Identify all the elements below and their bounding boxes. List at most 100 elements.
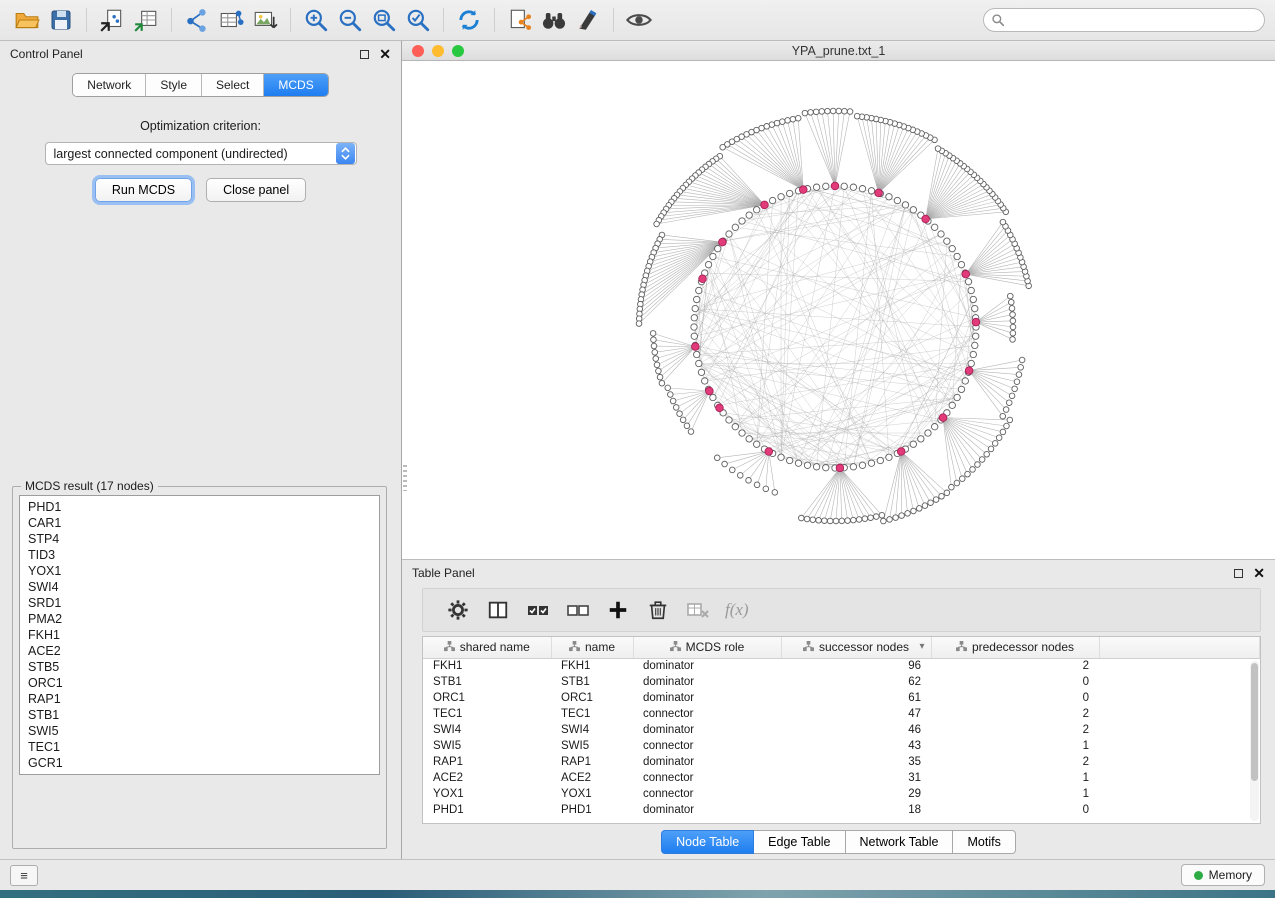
zoom-fit-icon[interactable]	[367, 4, 401, 36]
zoom-selected-icon[interactable]	[401, 4, 435, 36]
tab-edge-table[interactable]: Edge Table	[754, 830, 845, 854]
table-row[interactable]: ORC1 ORC1 dominator 61 0	[423, 690, 1260, 706]
tab-select[interactable]: Select	[202, 74, 264, 96]
memory-button[interactable]: Memory	[1181, 864, 1265, 886]
table-row[interactable]: ACE2 ACE2 connector 31 1	[423, 770, 1260, 786]
save-icon[interactable]	[44, 4, 78, 36]
tab-mcds[interactable]: MCDS	[264, 74, 327, 96]
status-bar: ≡ Memory	[0, 859, 1275, 890]
list-item[interactable]: YOX1	[28, 563, 371, 579]
close-panel-button[interactable]: Close panel	[206, 178, 306, 202]
list-item[interactable]: STP4	[28, 531, 371, 547]
close-panel-icon[interactable]: ✕	[379, 47, 391, 61]
column-header-successor-nodes[interactable]: successor nodes▾	[781, 637, 931, 658]
tab-node-table[interactable]: Node Table	[661, 830, 754, 854]
table-panel-title: Table Panel	[412, 566, 475, 580]
column-header-shared-name[interactable]: shared name	[423, 637, 551, 658]
table-row[interactable]: FKH1 FKH1 dominator 96 2	[423, 658, 1260, 674]
list-item[interactable]: PMA2	[28, 611, 371, 627]
chevron-down-icon[interactable]: ▾	[919, 641, 924, 652]
float-panel-icon[interactable]	[1234, 569, 1243, 578]
export-network-icon[interactable]	[180, 4, 214, 36]
criterion-dropdown[interactable]: largest connected component (undirected)	[45, 142, 357, 165]
table-panel: Table Panel ✕	[402, 559, 1275, 859]
list-item[interactable]: TEC1	[28, 739, 371, 755]
search-icon	[991, 13, 1005, 30]
splitter-grip[interactable]	[403, 465, 407, 491]
list-icon[interactable]: ≡	[10, 865, 38, 886]
list-item[interactable]: SRD1	[28, 595, 371, 611]
column-header-mcds-role[interactable]: MCDS role	[633, 637, 781, 658]
table-scrollbar[interactable]	[1250, 661, 1259, 821]
toolbar-separator	[290, 8, 291, 32]
table-row[interactable]: SWI4 SWI4 dominator 46 2	[423, 722, 1260, 738]
open-folder-icon[interactable]	[10, 4, 44, 36]
toolbar-separator	[171, 8, 172, 32]
table-row[interactable]: PHD1 PHD1 dominator 18 0	[423, 802, 1260, 818]
network-graph[interactable]	[402, 61, 1272, 559]
column-header-name[interactable]: name	[551, 637, 633, 658]
memory-label: Memory	[1209, 868, 1252, 882]
search-input[interactable]	[983, 8, 1265, 32]
table-tabs: Node Table Edge Table Network Table Moti…	[402, 824, 1275, 859]
select-all-icon[interactable]	[525, 597, 551, 623]
eye-icon[interactable]	[622, 4, 656, 36]
network-window-title: YPA_prune.txt_1	[402, 44, 1275, 58]
list-item[interactable]: ACE2	[28, 643, 371, 659]
zoom-in-icon[interactable]	[299, 4, 333, 36]
list-item[interactable]: GCR1	[28, 755, 371, 771]
refresh-icon[interactable]	[452, 4, 486, 36]
tab-style[interactable]: Style	[146, 74, 202, 96]
scrollbar-thumb[interactable]	[1251, 663, 1258, 781]
run-mcds-button[interactable]: Run MCDS	[95, 178, 192, 202]
close-panel-icon[interactable]: ✕	[1253, 566, 1265, 580]
tab-network-table[interactable]: Network Table	[846, 830, 954, 854]
table-row[interactable]: STB1 STB1 dominator 62 0	[423, 674, 1260, 690]
import-file-icon[interactable]	[95, 4, 129, 36]
node-table: shared name name MCDS role successor nod…	[422, 636, 1261, 824]
network-table-icon[interactable]	[214, 4, 248, 36]
list-item[interactable]: TID3	[28, 547, 371, 563]
export-image-icon[interactable]	[248, 4, 282, 36]
list-item[interactable]: PHD1	[28, 499, 371, 515]
network-canvas[interactable]	[402, 61, 1275, 559]
table-row[interactable]: YOX1 YOX1 connector 29 1	[423, 786, 1260, 802]
table-row[interactable]: TEC1 TEC1 connector 47 2	[423, 706, 1260, 722]
table-toolbar: f(x)	[422, 588, 1261, 632]
gear-icon[interactable]	[445, 597, 471, 623]
table-delete-icon	[685, 597, 711, 623]
desktop-background	[0, 890, 1275, 898]
network-window-titlebar[interactable]: YPA_prune.txt_1	[402, 41, 1275, 61]
toolbar-separator	[494, 8, 495, 32]
add-icon[interactable]	[605, 597, 631, 623]
column-header-filler	[1099, 637, 1260, 658]
list-item[interactable]: STB1	[28, 707, 371, 723]
toolbar-separator	[613, 8, 614, 32]
share-document-icon[interactable]	[503, 4, 537, 36]
deselect-all-icon[interactable]	[565, 597, 591, 623]
toolbar-separator	[443, 8, 444, 32]
list-item[interactable]: SWI4	[28, 579, 371, 595]
mcds-result-list[interactable]: PHD1CAR1STP4TID3YOX1SWI4SRD1PMA2FKH1ACE2…	[19, 495, 380, 775]
toolbar-separator	[86, 8, 87, 32]
table-row[interactable]: RAP1 RAP1 dominator 35 2	[423, 754, 1260, 770]
table-row[interactable]: SWI5 SWI5 connector 43 1	[423, 738, 1260, 754]
column-header-predecessor-nodes[interactable]: predecessor nodes	[931, 637, 1099, 658]
list-item[interactable]: STB5	[28, 659, 371, 675]
list-item[interactable]: CAR1	[28, 515, 371, 531]
list-item[interactable]: SWI5	[28, 723, 371, 739]
tab-motifs[interactable]: Motifs	[953, 830, 1015, 854]
trash-icon[interactable]	[645, 597, 671, 623]
list-item[interactable]: FKH1	[28, 627, 371, 643]
float-panel-icon[interactable]	[360, 50, 369, 59]
zoom-out-icon[interactable]	[333, 4, 367, 36]
mcds-result-fieldset: MCDS result (17 nodes) PHD1CAR1STP4TID3Y…	[12, 479, 387, 849]
table-header-row: shared name name MCDS role successor nod…	[423, 637, 1260, 658]
marker-icon[interactable]	[571, 4, 605, 36]
list-item[interactable]: ORC1	[28, 675, 371, 691]
columns-icon[interactable]	[485, 597, 511, 623]
import-table-icon[interactable]	[129, 4, 163, 36]
tab-network[interactable]: Network	[73, 74, 146, 96]
binoculars-icon[interactable]	[537, 4, 571, 36]
list-item[interactable]: RAP1	[28, 691, 371, 707]
